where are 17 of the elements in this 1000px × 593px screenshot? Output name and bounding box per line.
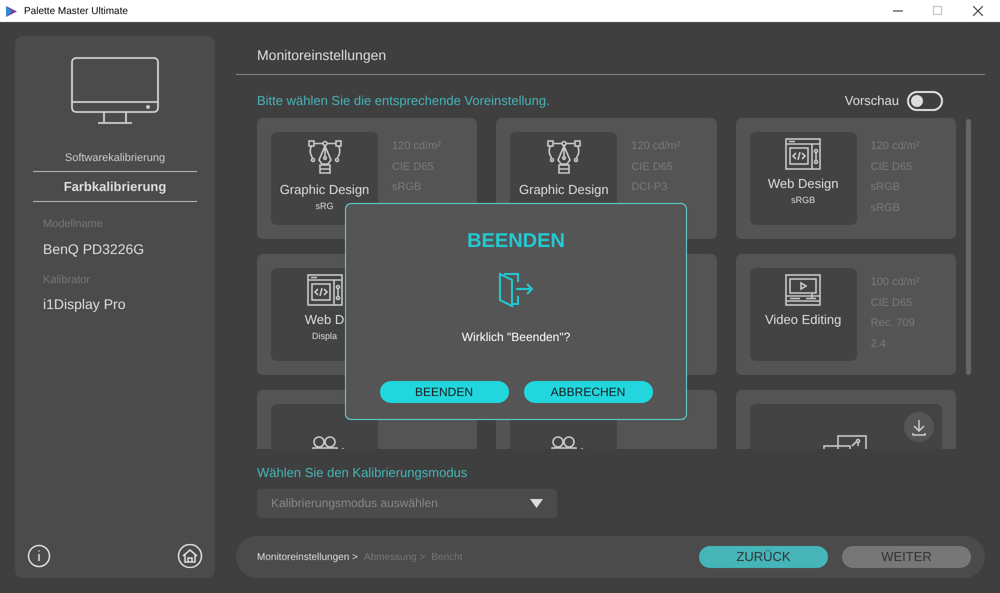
preset-title: Graphic Design xyxy=(280,181,370,199)
preset-subtitle: sRG xyxy=(316,200,334,212)
page-title: Monitoreinstellungen xyxy=(256,46,388,65)
preset-subtitle: sRGB xyxy=(791,194,816,206)
breadcrumb-step: Monitoreinstellungen > xyxy=(257,550,358,564)
field-value: BenQ PD3226G xyxy=(43,240,146,259)
field-value: i1Display Pro xyxy=(43,295,126,314)
preset-title: Graphic Design xyxy=(519,181,609,199)
dialog-message: Wirklich "Beenden"? xyxy=(462,329,570,346)
preset-title: Video Editing xyxy=(764,311,842,329)
mode-label: Wählen Sie den Kalibrierungsmodus xyxy=(256,464,468,482)
preview-label: Vorschau xyxy=(844,92,899,110)
preset-subtitle: Displa xyxy=(312,330,337,343)
preset-prompt: Bitte wählen Sie die entsprechende Voreinstellung. xyxy=(257,92,550,110)
preset-title: Web D xyxy=(304,311,344,329)
preset-title: Web Design xyxy=(768,175,838,193)
window-title: Palette Master Ultimate xyxy=(24,4,128,18)
